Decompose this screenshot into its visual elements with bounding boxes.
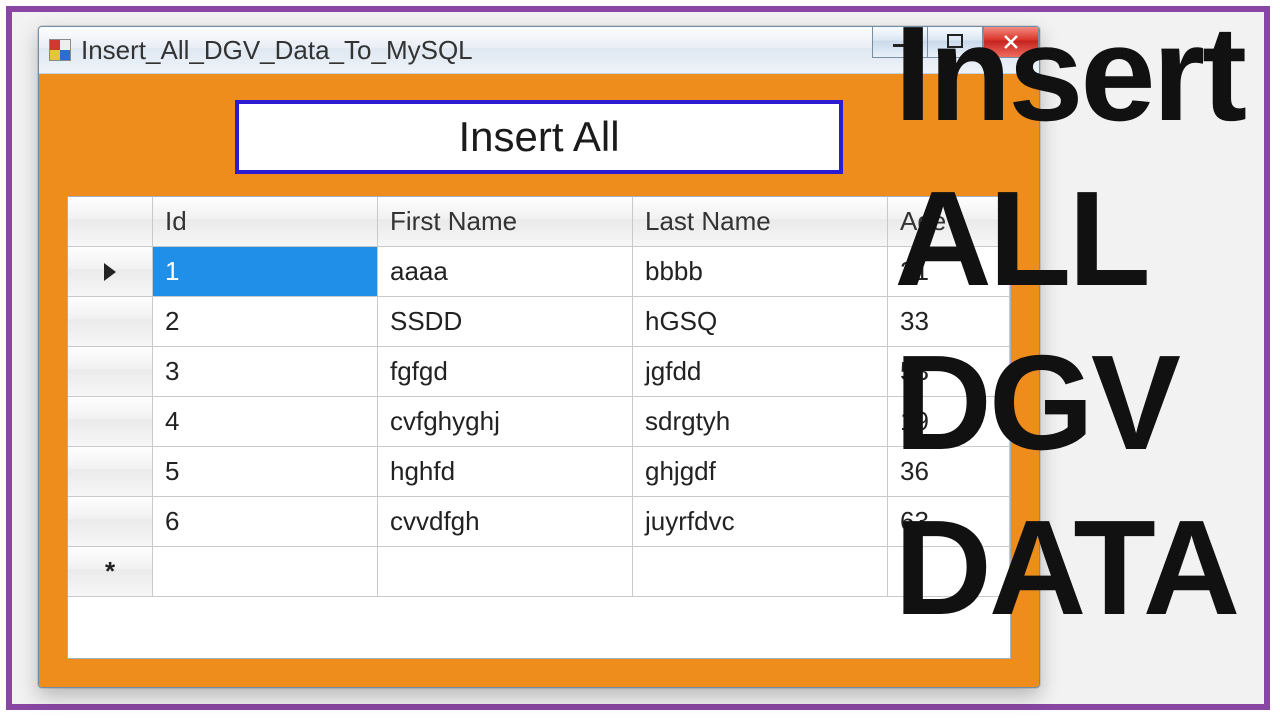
datagridview[interactable]: Id First Name Last Name Age 1aaaabbbb212… bbox=[67, 196, 1011, 659]
cell-last_name[interactable]: jgfdd bbox=[633, 347, 888, 397]
col-header-id[interactable]: Id bbox=[153, 197, 378, 247]
cell-last_name[interactable]: ghjgdf bbox=[633, 447, 888, 497]
window-title: Insert_All_DGV_Data_To_MySQL bbox=[81, 35, 473, 66]
cell-last_name[interactable]: sdrgtyh bbox=[633, 397, 888, 447]
row-header[interactable] bbox=[68, 397, 153, 447]
cell-first_name[interactable]: SSDD bbox=[378, 297, 633, 347]
row-header[interactable] bbox=[68, 497, 153, 547]
cell-id[interactable]: 4 bbox=[153, 397, 378, 447]
cell-age[interactable]: 53 bbox=[888, 347, 1010, 397]
app-window: Insert_All_DGV_Data_To_MySQL Insert All bbox=[38, 26, 1040, 688]
new-cell-ln[interactable] bbox=[633, 547, 888, 597]
cell-age[interactable]: 19 bbox=[888, 397, 1010, 447]
grid-header-row: Id First Name Last Name Age bbox=[68, 197, 1010, 247]
maximize-icon bbox=[946, 33, 964, 51]
insert-all-button[interactable]: Insert All bbox=[235, 100, 843, 174]
new-cell-id[interactable] bbox=[153, 547, 378, 597]
maximize-button[interactable] bbox=[927, 27, 983, 58]
table-row[interactable]: 6cvvdfghjuyrfdvc63 bbox=[68, 497, 1010, 547]
cell-age[interactable]: 36 bbox=[888, 447, 1010, 497]
col-header-age[interactable]: Age bbox=[888, 197, 1010, 247]
row-header[interactable] bbox=[68, 447, 153, 497]
grid-corner[interactable] bbox=[68, 197, 153, 247]
table-row[interactable]: 5hghfdghjgdf36 bbox=[68, 447, 1010, 497]
table-row[interactable]: 4cvfghyghjsdrgtyh19 bbox=[68, 397, 1010, 447]
client-area: Insert All Id First Name Last Name Age 1… bbox=[39, 74, 1039, 687]
table-row[interactable]: 1aaaabbbb21 bbox=[68, 247, 1010, 297]
row-header[interactable] bbox=[68, 297, 153, 347]
cell-id[interactable]: 1 bbox=[153, 247, 378, 297]
outer-frame: Insert_All_DGV_Data_To_MySQL Insert All bbox=[6, 6, 1270, 710]
cell-last_name[interactable]: juyrfdvc bbox=[633, 497, 888, 547]
row-header[interactable] bbox=[68, 247, 153, 297]
cell-first_name[interactable]: aaaa bbox=[378, 247, 633, 297]
cell-id[interactable]: 6 bbox=[153, 497, 378, 547]
current-row-icon bbox=[104, 263, 116, 281]
table-row[interactable]: 3fgfgdjgfdd53 bbox=[68, 347, 1010, 397]
cell-last_name[interactable]: hGSQ bbox=[633, 297, 888, 347]
close-button[interactable] bbox=[983, 27, 1039, 58]
new-row[interactable]: * bbox=[68, 547, 1010, 597]
new-cell-fn[interactable] bbox=[378, 547, 633, 597]
cell-last_name[interactable]: bbbb bbox=[633, 247, 888, 297]
col-header-last-name[interactable]: Last Name bbox=[633, 197, 888, 247]
app-icon bbox=[49, 39, 71, 61]
cell-age[interactable]: 21 bbox=[888, 247, 1010, 297]
minimize-button[interactable] bbox=[872, 27, 927, 58]
titlebar[interactable]: Insert_All_DGV_Data_To_MySQL bbox=[39, 27, 1039, 74]
cell-id[interactable]: 2 bbox=[153, 297, 378, 347]
new-row-indicator: * bbox=[68, 547, 153, 597]
cell-id[interactable]: 3 bbox=[153, 347, 378, 397]
minimize-icon bbox=[891, 33, 909, 51]
cell-first_name[interactable]: fgfgd bbox=[378, 347, 633, 397]
close-icon bbox=[1002, 33, 1020, 51]
col-header-first-name[interactable]: First Name bbox=[378, 197, 633, 247]
cell-id[interactable]: 5 bbox=[153, 447, 378, 497]
table-row[interactable]: 2SSDDhGSQ33 bbox=[68, 297, 1010, 347]
cell-first_name[interactable]: cvfghyghj bbox=[378, 397, 633, 447]
new-cell-age[interactable] bbox=[888, 547, 1010, 597]
cell-first_name[interactable]: cvvdfgh bbox=[378, 497, 633, 547]
cell-age[interactable]: 33 bbox=[888, 297, 1010, 347]
cell-age[interactable]: 63 bbox=[888, 497, 1010, 547]
cell-first_name[interactable]: hghfd bbox=[378, 447, 633, 497]
row-header[interactable] bbox=[68, 347, 153, 397]
